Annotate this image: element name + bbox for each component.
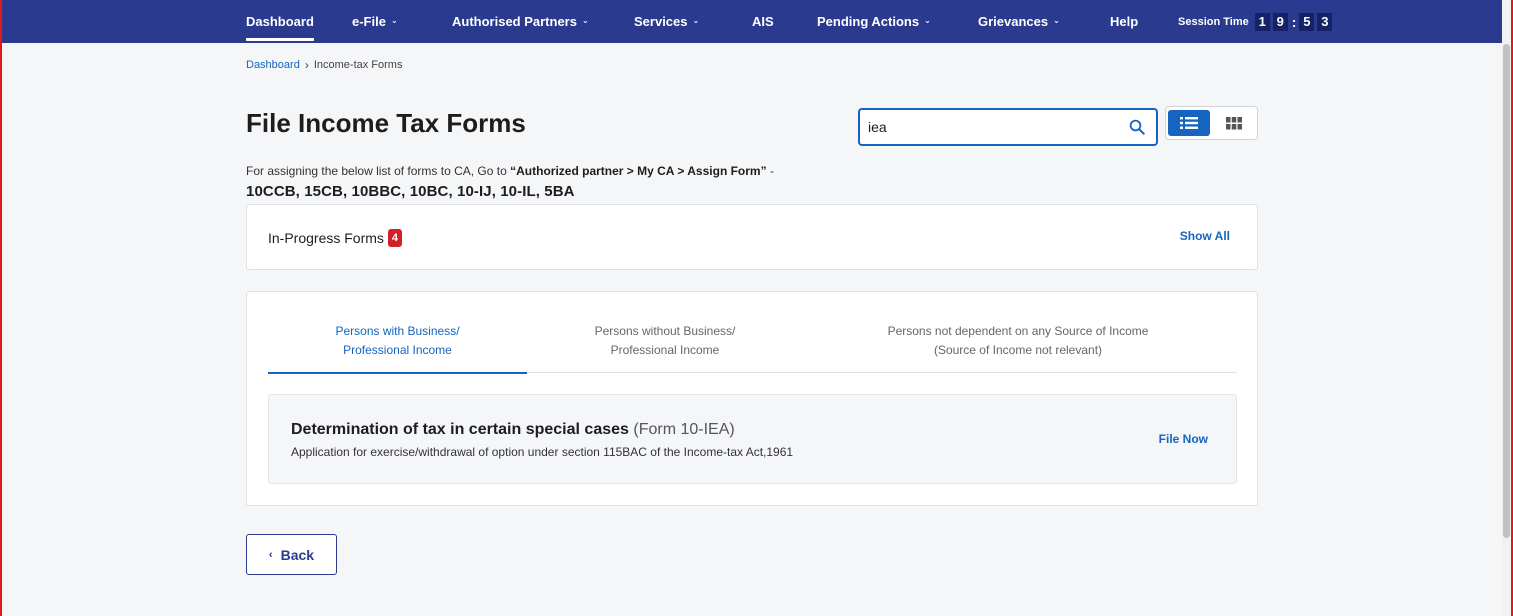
in-progress-forms-heading: In-Progress Forms 4 [268, 229, 402, 247]
chevron-down-icon: ⌄ [692, 16, 700, 25]
tab-label-line: Professional Income [610, 343, 720, 357]
nav-item-help[interactable]: Help [1110, 0, 1138, 43]
nav-item-dashboard[interactable]: Dashboard [246, 0, 314, 43]
session-timer: Session Time 1 9 : 5 3 [1178, 0, 1335, 43]
back-button-label: Back [280, 546, 315, 563]
search-input[interactable] [868, 117, 1118, 137]
nav-item-label: Authorised Partners [452, 14, 577, 29]
search-box [858, 108, 1158, 146]
chevron-left-icon: ‹ [268, 548, 273, 561]
grid-view-button[interactable] [1213, 110, 1255, 136]
nav-item-label: Services [634, 14, 688, 29]
form-title: Determination of tax in certain special … [291, 421, 735, 439]
session-digit: 5 [1299, 12, 1315, 31]
nav-item-authorised-partners[interactable]: Authorised Partners ⌄ [452, 0, 589, 43]
list-icon [1180, 117, 1198, 129]
window-border-left [0, 0, 2, 616]
chevron-down-icon: ⌄ [390, 16, 398, 25]
nav-item-services[interactable]: Services ⌄ [634, 0, 699, 43]
assign-prefix: For assigning the below list of forms to… [246, 164, 511, 178]
list-view-button[interactable] [1168, 110, 1210, 136]
form-description: Application for exercise/withdrawal of o… [291, 445, 794, 459]
page-title: File Income Tax Forms [246, 108, 526, 138]
forms-category-card: Persons with Business/ Professional Inco… [246, 291, 1258, 506]
nav-item-label: Help [1110, 14, 1139, 29]
form-title-text: Determination of tax in certain special … [291, 421, 629, 438]
top-navigation: Dashboard e-File ⌄ Authorised Partners ⌄… [0, 0, 1502, 43]
breadcrumb-separator: › [304, 58, 309, 72]
search-icon[interactable] [1128, 118, 1146, 136]
session-digit: 9 [1272, 12, 1288, 31]
tab-label-line: (Source of Income not relevant) [933, 343, 1103, 357]
in-progress-forms-card: In-Progress Forms 4 Show All [246, 204, 1258, 270]
file-now-link[interactable]: File Now [1159, 432, 1208, 446]
chevron-down-icon: ⌄ [924, 16, 931, 25]
nav-item-grievances[interactable]: Grievances ⌄ [978, 0, 1060, 43]
back-button[interactable]: ‹ Back [246, 534, 337, 575]
session-time-digits: 1 9 : 5 3 [1254, 12, 1336, 31]
tab-label-line: Persons with Business/ [335, 324, 460, 338]
session-separator: : [1291, 13, 1297, 30]
active-tab-indicator [268, 372, 527, 374]
tab-label-line: Persons without Business/ [594, 324, 736, 338]
nav-item-label: Grievances [978, 14, 1049, 29]
assign-instruction: For assigning the below list of forms to… [246, 164, 774, 178]
nav-item-label: Pending Actions [817, 14, 920, 29]
session-time-label: Session Time [1178, 15, 1249, 28]
nav-item-label: Dashboard [246, 14, 314, 29]
chevron-down-icon: ⌄ [1053, 16, 1060, 25]
session-digit: 1 [1254, 12, 1270, 31]
tab-with-business-income[interactable]: Persons with Business/ Professional Inco… [268, 322, 527, 360]
view-toggle [1165, 106, 1258, 140]
form-list-item: Determination of tax in certain special … [268, 394, 1237, 484]
nav-item-pending-actions[interactable]: Pending Actions ⌄ [817, 0, 931, 43]
assign-path: “Authorized partner > My CA > Assign For… [510, 164, 767, 178]
tab-without-business-income[interactable]: Persons without Business/ Professional I… [560, 322, 770, 360]
breadcrumb-dashboard-link[interactable]: Dashboard [246, 59, 300, 71]
session-digit: 3 [1317, 12, 1333, 31]
form-code: (Form 10-IEA) [633, 421, 735, 438]
show-all-link[interactable]: Show All [1180, 229, 1230, 243]
tab-label-line: Persons not dependent on any Source of I… [887, 324, 1149, 338]
breadcrumb-current: Income-tax Forms [313, 59, 403, 71]
assignable-forms-list: 10CCB, 15CB, 10BBC, 10BC, 10-IJ, 10-IL, … [246, 183, 575, 200]
in-progress-forms-label: In-Progress Forms [268, 230, 384, 246]
breadcrumb: Dashboard › Income-tax Forms [246, 58, 402, 72]
in-progress-count-badge: 4 [387, 229, 402, 247]
assign-suffix: - [766, 164, 774, 178]
tab-label-line: Professional Income [343, 343, 452, 357]
grid-icon [1226, 116, 1242, 129]
nav-item-ais[interactable]: AIS [752, 0, 774, 43]
nav-item-label: AIS [752, 14, 774, 29]
chevron-down-icon: ⌄ [581, 16, 589, 25]
scrollbar-thumb[interactable] [1503, 44, 1510, 538]
category-tabs: Persons with Business/ Professional Inco… [268, 292, 1237, 374]
nav-item-label: e-File [352, 14, 386, 29]
nav-item-e-file[interactable]: e-File ⌄ [352, 0, 398, 43]
tab-no-source-of-income[interactable]: Persons not dependent on any Source of I… [868, 322, 1168, 360]
